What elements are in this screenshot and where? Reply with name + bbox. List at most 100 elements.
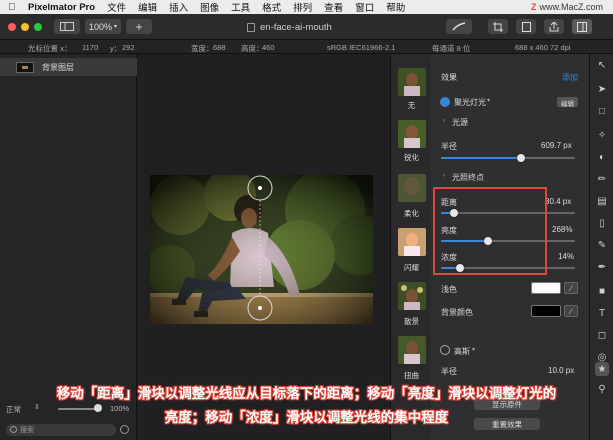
close-window-button[interactable] — [8, 23, 16, 31]
sidebar-toggle-button[interactable] — [54, 19, 80, 34]
light-color-label: 浅色 — [441, 285, 457, 294]
density-slider-knob[interactable] — [455, 264, 464, 272]
effect-thumb-glow[interactable] — [398, 228, 426, 256]
brightness-slider[interactable] — [441, 237, 575, 245]
shape-tool-icon[interactable]: ■ — [595, 284, 609, 298]
width-label: 宽度： — [191, 44, 214, 53]
eyedropper-icon[interactable]: ∕ — [564, 282, 578, 294]
cursor-y-value: 292 — [122, 43, 135, 52]
menu-view[interactable]: 查看 — [324, 0, 343, 14]
radius-label: 半径 — [441, 142, 457, 151]
menu-tools[interactable]: 工具 — [231, 0, 250, 14]
app-menu[interactable]: Pixelmator Pro — [28, 2, 95, 13]
text-tool-icon[interactable]: T — [595, 306, 609, 320]
light-color-swatch[interactable] — [531, 282, 561, 294]
density-slider[interactable] — [441, 264, 575, 272]
effects-active-icon[interactable]: ★ — [595, 362, 609, 376]
share-button[interactable] — [544, 19, 564, 34]
select-tool-icon[interactable]: ➤ — [595, 82, 609, 96]
caption-line-2: 亮度；移动「浓度」滑块以调整光线的集中程度 — [164, 410, 449, 426]
height-value: 460 — [262, 43, 275, 52]
effect-thumb-soften[interactable] — [398, 174, 426, 202]
brightness-slider-knob[interactable] — [483, 237, 492, 245]
pen-tool-icon[interactable]: ✒ — [595, 260, 609, 274]
info-bar: 光标位置 x： 1170 y： 292 宽度： 688 高度： 460 sRGB… — [0, 40, 613, 54]
effect-thumb-distort[interactable] — [398, 336, 426, 364]
effect-thumb-none[interactable] — [398, 68, 426, 96]
layer-row[interactable]: 背景图层 — [0, 58, 137, 76]
menu-edit[interactable]: 编辑 — [138, 0, 157, 14]
add-button[interactable]: + — [126, 19, 152, 34]
watermark: Z www.MacZ.com — [531, 0, 603, 14]
effect-thumb-bokeh[interactable] — [398, 282, 426, 310]
share-icon — [549, 21, 559, 31]
menu-insert[interactable]: 插入 — [169, 0, 188, 14]
distance-slider[interactable] — [441, 209, 575, 217]
gaussian-radius-value[interactable]: 10.0 px — [548, 366, 574, 375]
export-button[interactable] — [516, 19, 536, 34]
chevron-down-icon[interactable]: › — [443, 173, 445, 179]
menu-arrange[interactable]: 排列 — [293, 0, 312, 14]
inspector-button[interactable] — [572, 19, 592, 34]
color-adjust-icon[interactable]: ◐ — [595, 150, 609, 164]
gaussian-toggle[interactable] — [440, 345, 450, 355]
menu-window[interactable]: 窗口 — [355, 0, 374, 14]
gradient-icon[interactable]: ▤ — [595, 194, 609, 208]
pen-tool-button[interactable] — [446, 19, 472, 34]
cursor-y-label: y： — [110, 44, 122, 53]
sidebar-icon — [60, 22, 74, 31]
gaussian-radius-label: 半径 — [441, 367, 457, 376]
radius-slider[interactable] — [441, 154, 575, 162]
caption-line-1: 移动「距离」滑块以调整光线应从目标落下的距离；移动「亮度」滑块以调整灯光的 — [56, 386, 557, 402]
menu-help[interactable]: 帮助 — [386, 0, 405, 14]
menu-image[interactable]: 图像 — [200, 0, 219, 14]
edit-button[interactable]: 编辑 — [557, 97, 578, 108]
apple-icon[interactable]:  — [8, 2, 20, 13]
light-source-section[interactable]: 光源 — [452, 117, 468, 128]
radius-slider-fill — [441, 157, 522, 159]
eyedropper-icon[interactable]: ∕ — [564, 305, 578, 317]
arrange-tool-icon[interactable]: ↖ — [595, 58, 609, 72]
filter-icon[interactable] — [120, 425, 129, 434]
menu-file[interactable]: 文件 — [107, 0, 126, 14]
chevron-down-icon[interactable]: › — [443, 118, 445, 124]
light-endpoint-section[interactable]: 光照终点 — [452, 172, 484, 183]
paint-brush-icon[interactable]: ✏ — [595, 172, 609, 186]
magic-wand-icon[interactable]: ✧ — [595, 128, 609, 142]
retouch-icon[interactable]: ✎ — [595, 238, 609, 252]
zoom-window-button[interactable] — [34, 23, 42, 31]
effect-name[interactable]: 聚光灯光 — [454, 97, 486, 108]
density-label: 浓度 — [441, 253, 457, 262]
watermark-logo-icon: Z — [530, 2, 537, 12]
search-icon — [10, 426, 17, 433]
effect-enabled-checkbox[interactable] — [440, 97, 450, 107]
background-color-swatch[interactable] — [531, 305, 561, 317]
distance-label: 距离 — [441, 198, 457, 207]
cursor-position-label: 光标位置 x： — [28, 44, 72, 53]
effect-label-bokeh: 散景 — [404, 317, 419, 326]
effect-thumb-image — [398, 336, 426, 364]
density-value[interactable]: 14% — [558, 252, 574, 261]
minimize-window-button[interactable] — [21, 23, 29, 31]
distance-value[interactable]: 30.4 px — [545, 197, 571, 206]
effect-thumb-image — [398, 228, 426, 256]
crop-tool-icon[interactable]: ◻ — [595, 328, 609, 342]
layer-thumbnail — [16, 61, 34, 73]
brush-icon — [452, 22, 466, 31]
document-icon — [247, 23, 255, 32]
menu-format[interactable]: 格式 — [262, 0, 281, 14]
eraser-icon[interactable]: ▯ — [595, 216, 609, 230]
radius-slider-knob[interactable] — [517, 154, 526, 162]
gaussian-effect-name[interactable]: 高斯 — [454, 346, 470, 357]
distance-slider-knob[interactable] — [450, 209, 459, 217]
effect-thumb-sharpen[interactable] — [398, 120, 426, 148]
radius-value[interactable]: 609.7 px — [541, 141, 572, 150]
crop-button[interactable] — [488, 19, 508, 34]
color-profile: sRGB IEC61966-2.1 — [327, 43, 396, 52]
add-effect-button[interactable]: 添加 — [562, 72, 578, 83]
chevron-down-icon: ▾ — [472, 347, 476, 353]
effects-header: 效果 — [441, 73, 457, 82]
zoom-select[interactable]: 100% ▾ — [85, 19, 121, 34]
brightness-value[interactable]: 268% — [552, 225, 572, 234]
marquee-tool-icon[interactable]: □ — [595, 104, 609, 118]
